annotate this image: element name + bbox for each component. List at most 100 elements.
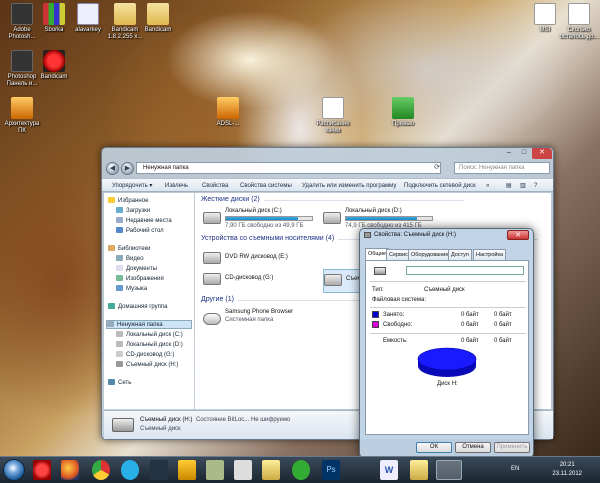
nav-images[interactable]: Изображения bbox=[116, 275, 164, 284]
drive-name: Локальный диск (D:) bbox=[345, 208, 402, 214]
ok-button[interactable]: ОК bbox=[416, 442, 452, 453]
photoshop-taskbar-icon[interactable]: Ps bbox=[322, 460, 340, 480]
help-icon[interactable]: ? bbox=[534, 179, 537, 193]
usb-drive-icon bbox=[324, 274, 342, 286]
desktop-icon-bandicam[interactable]: Bandicam bbox=[32, 50, 76, 81]
nav-drive-g[interactable]: CD-дисковод (G:) bbox=[116, 351, 174, 360]
opera-icon[interactable] bbox=[33, 460, 51, 480]
document-icon bbox=[568, 3, 590, 25]
steam-icon[interactable] bbox=[150, 460, 168, 480]
chrome-icon[interactable] bbox=[92, 460, 110, 480]
eject-button[interactable]: Извлечь bbox=[165, 179, 188, 193]
downloads-icon bbox=[116, 207, 123, 213]
drive-usage-fill bbox=[346, 217, 417, 220]
desktop-icon-adsl[interactable]: ADSL-... bbox=[206, 97, 250, 128]
back-button[interactable]: ◀ bbox=[106, 162, 119, 175]
tab-customize[interactable]: Настройка bbox=[473, 249, 507, 260]
view-icon[interactable]: ▤ bbox=[506, 179, 512, 193]
address-bar[interactable]: Ненужная папка bbox=[136, 162, 441, 174]
folder-icon bbox=[114, 3, 136, 25]
capacity-bytes: 0 байт bbox=[461, 338, 479, 344]
close-button[interactable]: ✕ bbox=[532, 148, 552, 159]
properties-button[interactable]: Свойства bbox=[202, 179, 228, 193]
search-input[interactable]: Поиск: Ненужная папка bbox=[454, 162, 550, 174]
network-icon bbox=[108, 379, 115, 385]
homegroup-icon bbox=[108, 303, 115, 309]
usb-drive-icon bbox=[116, 361, 123, 367]
uninstall-program-button[interactable]: Удалить или изменить программу bbox=[302, 179, 396, 193]
properties-dialog: Свойства: Съемный диск (H:) ✕ Общие Серв… bbox=[359, 228, 534, 458]
navigation-pane: Избранное Загрузки Недавние места Рабочи… bbox=[104, 193, 194, 409]
nav-drive-c[interactable]: Локальный диск (C:) bbox=[116, 331, 183, 340]
nav-drive-h[interactable]: Съемный диск (H:) bbox=[116, 361, 178, 370]
nav-recent-places[interactable]: Недавние места bbox=[116, 217, 172, 226]
folder-icon bbox=[147, 3, 169, 25]
desktop-icon-bandicam-folder-2[interactable]: Bandicam bbox=[136, 3, 180, 34]
image-icon bbox=[392, 97, 414, 119]
books-icon bbox=[43, 3, 65, 25]
utorrent-icon[interactable] bbox=[292, 460, 310, 480]
more-button[interactable]: » bbox=[486, 179, 489, 193]
nav-unneeded-folder[interactable]: Ненужная папка bbox=[106, 320, 192, 329]
refresh-icon[interactable]: ⟳ bbox=[432, 163, 442, 173]
photoshop-icon bbox=[11, 3, 33, 25]
nav-downloads[interactable]: Загрузки bbox=[116, 207, 150, 216]
record-icon bbox=[43, 50, 65, 72]
desktop-icon-schedule[interactable]: Расписание качки bbox=[311, 97, 355, 135]
nav-desktop[interactable]: Рабочий стол bbox=[116, 227, 164, 236]
desktop-icon-countdown[interactable]: Сколько осталось до... bbox=[557, 3, 600, 41]
nav-homegroup[interactable]: Домашняя группа bbox=[108, 303, 168, 312]
active-window-button[interactable] bbox=[436, 460, 462, 480]
skype-icon[interactable] bbox=[121, 460, 139, 480]
dialog-title: Свойства: Съемный диск (H:) bbox=[374, 232, 457, 238]
folder-taskbar-icon[interactable] bbox=[410, 460, 428, 480]
desktop-icon bbox=[116, 227, 123, 233]
nav-video[interactable]: Видео bbox=[116, 255, 144, 264]
desktop-icon-preview[interactable]: Превью bbox=[381, 97, 425, 128]
word-icon[interactable]: W bbox=[380, 460, 398, 480]
minimize-button[interactable]: – bbox=[502, 148, 516, 159]
nav-drive-d[interactable]: Локальный диск (D:) bbox=[116, 341, 183, 350]
nav-favorites[interactable]: Избранное bbox=[108, 197, 148, 206]
nav-documents[interactable]: Документы bbox=[116, 265, 157, 274]
disk-usage-pie bbox=[417, 347, 477, 377]
game-icon[interactable] bbox=[206, 460, 224, 480]
dialog-close-button[interactable]: ✕ bbox=[507, 230, 529, 240]
tab-sharing[interactable]: Доступ bbox=[448, 249, 472, 260]
desktop-icon-architecture[interactable]: Архитектура ПК bbox=[0, 97, 44, 135]
cancel-button[interactable]: Отмена bbox=[455, 442, 491, 453]
apply-button[interactable]: Применить bbox=[494, 442, 530, 453]
preview-pane-icon[interactable]: ▥ bbox=[520, 179, 526, 193]
drive-icon bbox=[116, 341, 123, 347]
usb-drive-icon bbox=[112, 418, 134, 432]
samsung-phone-browser[interactable]: Samsung Phone Browser Системная папка bbox=[203, 309, 321, 333]
organize-button[interactable]: Упорядочить ▾ bbox=[112, 179, 152, 193]
notepad-icon[interactable] bbox=[234, 460, 252, 480]
nav-network[interactable]: Сеть bbox=[108, 379, 131, 388]
drive-cd-g[interactable]: CD-дисковод (G:) bbox=[203, 269, 321, 293]
capacity-size: 0 байт bbox=[494, 338, 512, 344]
hard-drive-icon bbox=[323, 212, 341, 224]
drive-c[interactable]: Локальный диск (C:) 7,90 ГБ свободно из … bbox=[203, 208, 321, 232]
start-button[interactable] bbox=[3, 459, 25, 481]
drive-free-space: 7,90 ГБ свободно из 49,9 ГБ bbox=[225, 223, 304, 229]
system-properties-button[interactable]: Свойства системы bbox=[240, 179, 292, 193]
tab-hardware[interactable]: Оборудование bbox=[408, 249, 452, 260]
forward-button[interactable]: ▶ bbox=[121, 162, 134, 175]
explorer-taskbar-icon[interactable] bbox=[262, 460, 280, 480]
volume-label-input[interactable] bbox=[406, 266, 524, 275]
nav-music[interactable]: Музыка bbox=[116, 285, 147, 294]
maximize-button[interactable]: □ bbox=[517, 148, 531, 159]
aimp-icon[interactable] bbox=[178, 460, 196, 480]
firefox-icon[interactable] bbox=[61, 460, 79, 480]
search-placeholder: Поиск: Ненужная папка bbox=[459, 165, 525, 171]
group-other[interactable]: Другие (1) bbox=[201, 296, 438, 303]
dvd-drive-icon bbox=[203, 252, 221, 264]
group-removable[interactable]: Устройства со съемными носителями (4) bbox=[201, 235, 539, 242]
documents-icon bbox=[116, 265, 123, 271]
language-indicator[interactable]: EN bbox=[511, 466, 519, 472]
nav-libraries[interactable]: Библиотеки bbox=[108, 245, 151, 254]
clock[interactable]: 20:21 23.11.2012 bbox=[552, 461, 582, 479]
group-hard-drives[interactable]: Жесткие диски (2) bbox=[201, 196, 463, 203]
map-network-drive-button[interactable]: Подключить сетевой диск bbox=[404, 179, 476, 193]
